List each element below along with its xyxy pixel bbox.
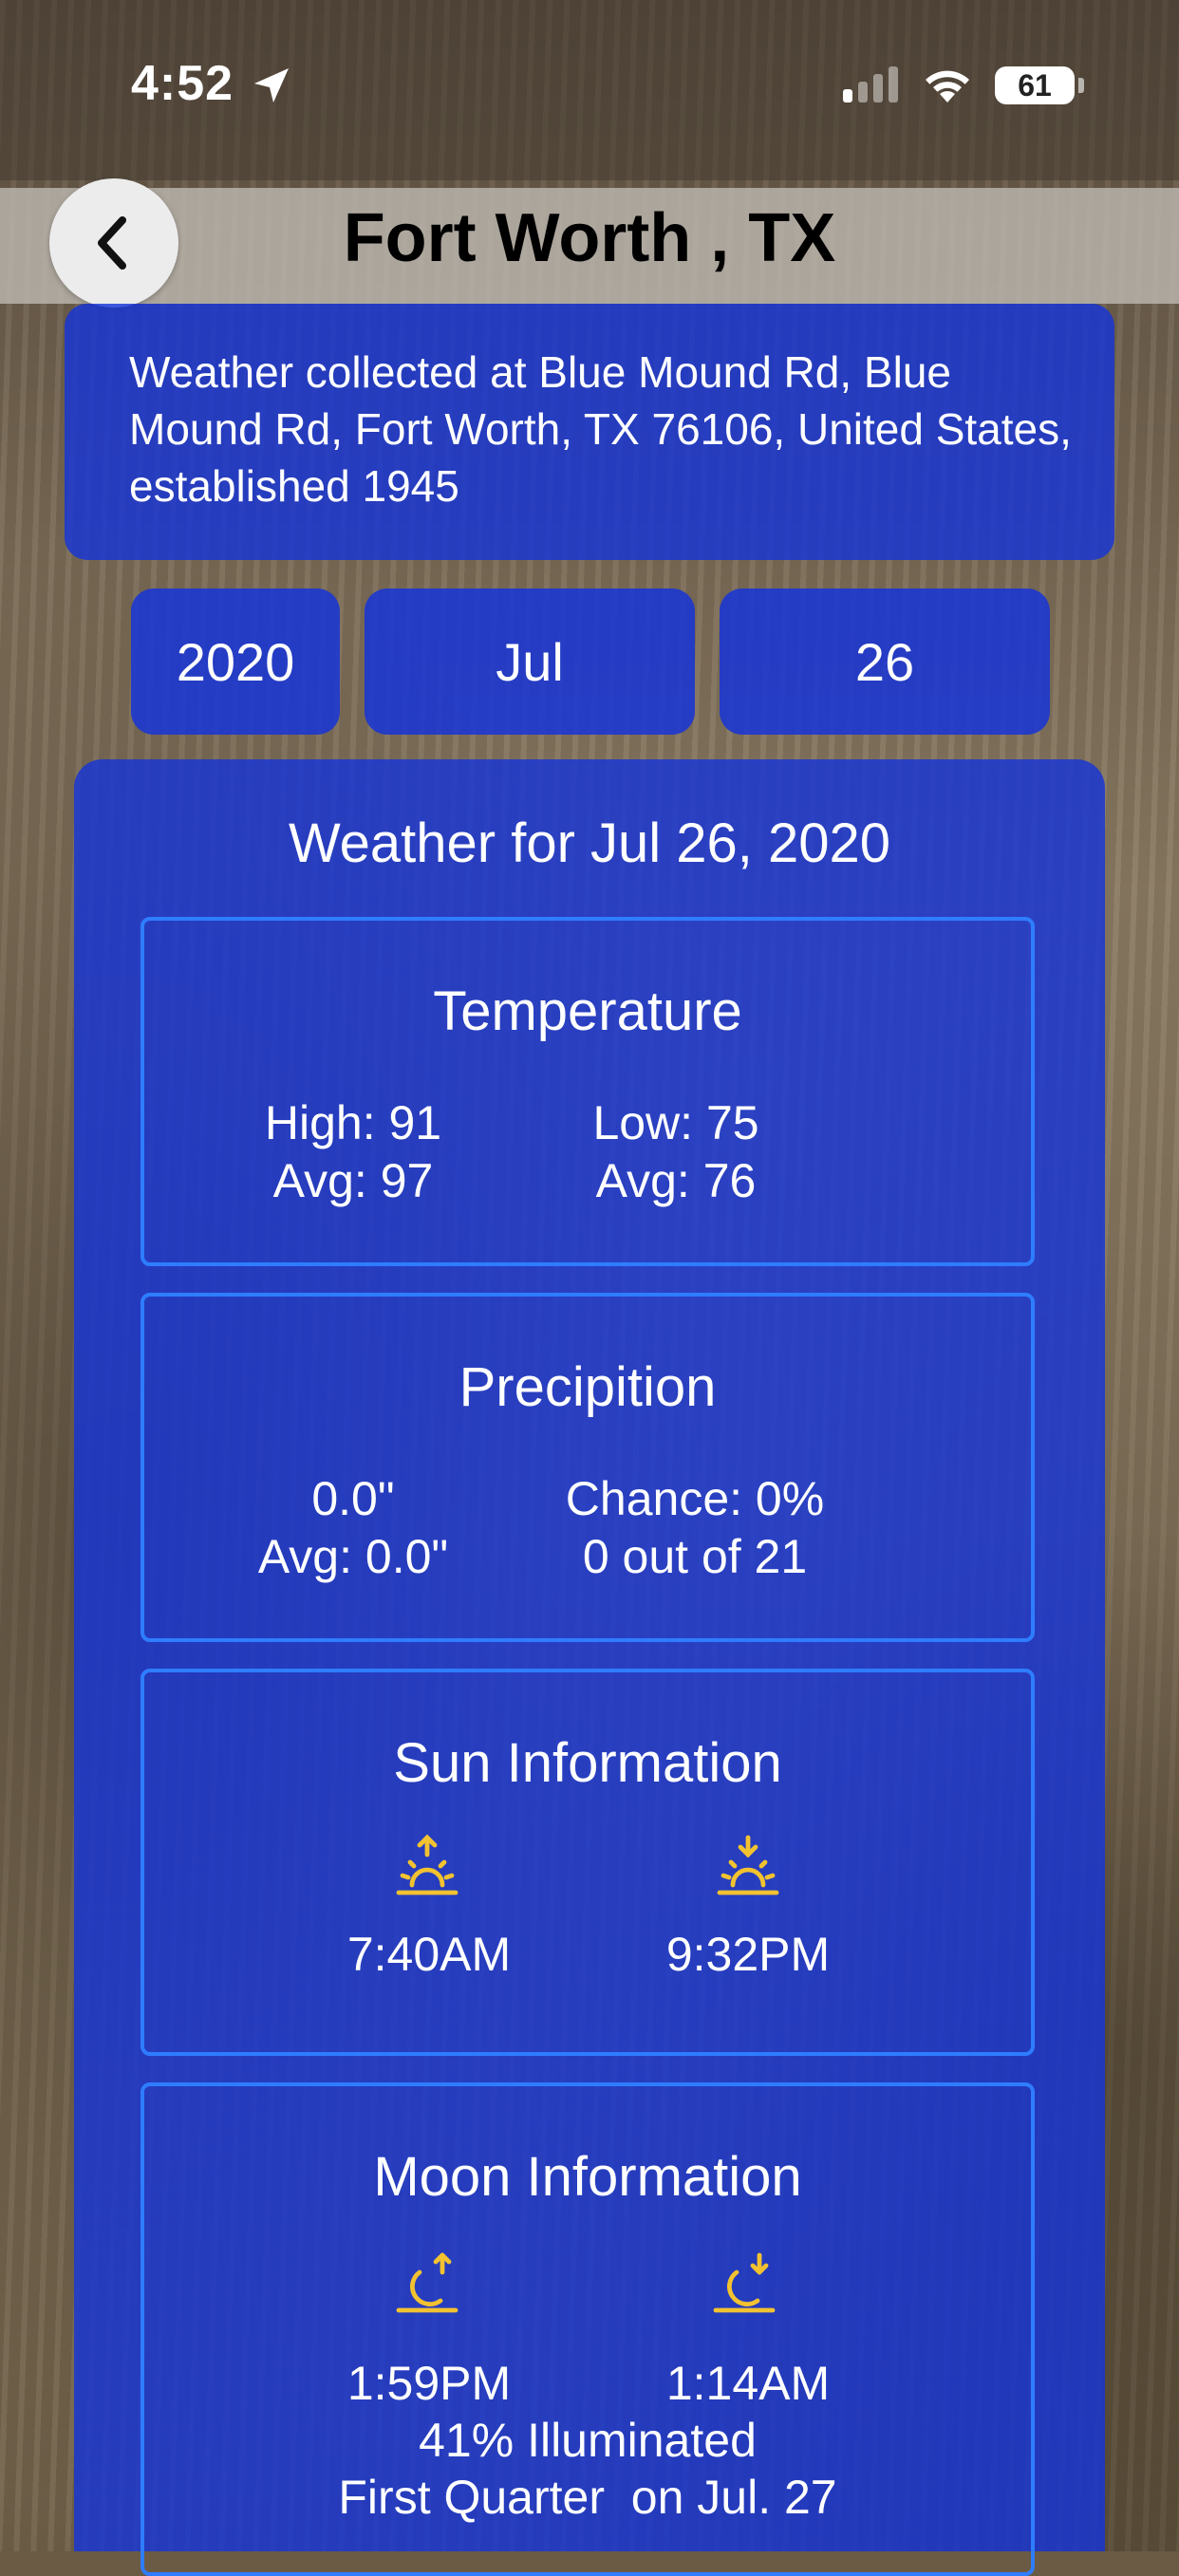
- weather-panel: Weather for Jul 26, 2020 Temperature Hig…: [74, 759, 1105, 2576]
- precipitation-amount: 0.0": [311, 1472, 395, 1525]
- status-time: 4:52: [131, 56, 234, 111]
- back-button[interactable]: [49, 178, 178, 308]
- location-arrow-icon: [254, 68, 289, 103]
- sunrise-time: 7:40AM: [346, 1928, 512, 1981]
- precipitation-title: Precipition: [458, 1356, 717, 1418]
- temperature-low-avg: Avg: 76: [595, 1154, 757, 1207]
- moon-title: Moon Information: [373, 2146, 802, 2208]
- day-picker[interactable]: 26: [720, 588, 1050, 735]
- sunrise-icon: [396, 1834, 458, 1895]
- battery-cap: [1078, 78, 1084, 93]
- status-bar: 4:52 61: [0, 0, 1179, 180]
- weather-title: Weather for Jul 26, 2020: [288, 812, 891, 874]
- chevron-left-icon: [98, 216, 126, 270]
- temperature-low: Low: 75: [592, 1096, 759, 1149]
- temperature-high: High: 91: [264, 1096, 442, 1149]
- wifi-icon: [926, 70, 969, 103]
- precipitation-box: Precipition 0.0" Avg: 0.0" Chance: 0% 0 …: [140, 1293, 1035, 1642]
- moonset-time: 1:14AM: [665, 2357, 831, 2410]
- temperature-box: Temperature High: 91 Avg: 97 Low: 75 Avg…: [140, 917, 1035, 1266]
- station-info-card: Weather collected at Blue Mound Rd, Blue…: [65, 304, 1114, 560]
- sun-box: Sun Information 7:40AM 9:32PM: [140, 1669, 1035, 2056]
- sunset-icon: [717, 1835, 779, 1895]
- moon-illumination: 41% Illuminated: [419, 2414, 757, 2467]
- sunset-time: 9:32PM: [665, 1928, 831, 1981]
- moon-box: Moon Information 1:59PM 1:14AM 41% Illum…: [140, 2082, 1035, 2576]
- moonrise-icon: [396, 2252, 458, 2313]
- temperature-title: Temperature: [433, 980, 742, 1042]
- station-description: Weather collected at Blue Mound Rd, Blue…: [129, 347, 1072, 511]
- temperature-high-avg: Avg: 97: [272, 1154, 434, 1207]
- precipitation-avg: Avg: 0.0": [257, 1530, 449, 1583]
- battery-icon: 61: [995, 66, 1075, 104]
- precipitation-chance: Chance: 0%: [565, 1472, 825, 1525]
- month-picker[interactable]: Jul: [365, 588, 695, 735]
- moon-next-phase: First Quarter on Jul. 27: [338, 2471, 837, 2524]
- moonrise-time: 1:59PM: [346, 2357, 512, 2410]
- precipitation-history: 0 out of 21: [582, 1530, 808, 1583]
- cellular-signal-icon: [843, 66, 898, 103]
- moonset-icon: [713, 2252, 776, 2313]
- sun-title: Sun Information: [393, 1732, 782, 1794]
- year-picker[interactable]: 2020: [131, 588, 340, 735]
